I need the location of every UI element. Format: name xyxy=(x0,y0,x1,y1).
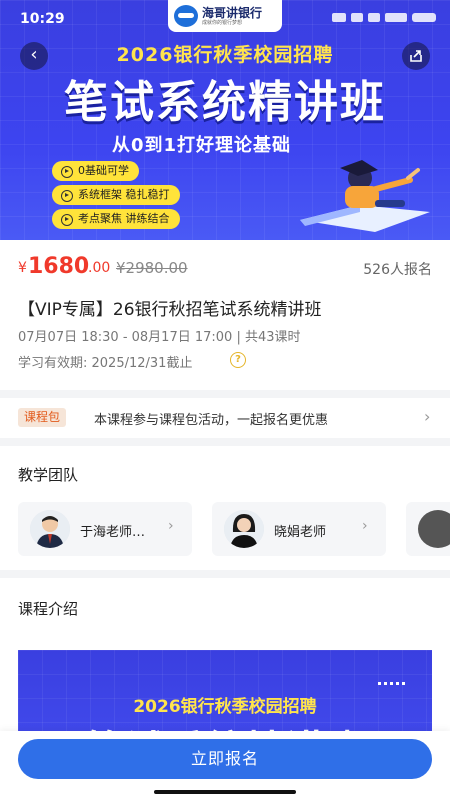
help-question-icon[interactable]: ? xyxy=(230,352,246,368)
banner-headline: 2026银行秋季校园招聘 xyxy=(116,44,334,66)
teacher-photo-icon xyxy=(30,510,70,548)
banner-main-title: 笔试系统精讲班 xyxy=(64,77,386,128)
banner-subtitle: 从0到1打好理论基础 xyxy=(112,135,292,156)
team-section-title: 教学团队 xyxy=(18,466,79,484)
course-price: 1680 xyxy=(28,254,90,279)
price-currency: ¥ xyxy=(18,260,27,276)
hd-icon xyxy=(368,13,380,22)
brand-name: 海哥讲银行 xyxy=(202,5,263,20)
teaching-team-section: 教学团队 于海老师… › 晓娟老师 › xyxy=(0,446,450,570)
enroll-now-button[interactable]: 立即报名 xyxy=(18,739,432,779)
enrolled-count: 526人报名 xyxy=(363,262,432,278)
course-price-decimal: .00 xyxy=(88,260,111,276)
course-validity: 学习有效期: 2025/12/31截止 xyxy=(18,356,193,371)
course-banner: 10:29 海哥讲银行 成就你的银行梦想 ‹ 2026银行秋季校园招聘 笔试系统… xyxy=(0,0,450,240)
chevron-right-icon: › xyxy=(362,518,368,534)
course-schedule: 07月07日 18:30 - 08月17日 17:00 | 共43课时 xyxy=(18,330,301,345)
bottom-action-bar: 立即报名 xyxy=(0,731,450,800)
teacher-name: 晓娟老师 xyxy=(274,525,327,540)
poster-decoration xyxy=(378,682,406,685)
status-icons xyxy=(332,13,436,22)
teacher-avatar xyxy=(224,510,264,548)
teacher-photo-icon xyxy=(224,510,264,548)
status-time: 10:29 xyxy=(20,11,65,27)
poster-headline: 2026银行秋季校园招聘 xyxy=(133,697,317,717)
brand-tagline: 成就你的银行梦想 xyxy=(202,19,243,26)
brand-logo-icon xyxy=(174,5,198,27)
course-package-row[interactable]: 课程包 本课程参与课程包活动，一起报名更优惠 › xyxy=(0,398,450,438)
teacher-avatar xyxy=(30,510,70,548)
feature-pill: 考点聚焦 讲练结合 xyxy=(52,209,180,229)
course-title: 【VIP专属】26银行秋招笔试系统精讲班 xyxy=(18,300,322,320)
package-badge: 课程包 xyxy=(18,408,67,427)
teacher-card[interactable]: 晓娟老师 › xyxy=(212,502,386,556)
network-speed-icon xyxy=(332,13,346,22)
chevron-right-icon: › xyxy=(424,407,431,426)
feature-pill: 系统框架 稳扎稳打 xyxy=(52,185,180,205)
chevron-right-icon: › xyxy=(168,518,174,534)
feature-pill: 0基础可学 xyxy=(52,161,139,181)
brand-logo: 海哥讲银行 成就你的银行梦想 xyxy=(168,0,282,32)
signal-icon xyxy=(351,13,363,22)
home-indicator[interactable] xyxy=(154,790,296,794)
intro-section-title: 课程介绍 xyxy=(18,600,79,618)
brand-texts: 海哥讲银行 成就你的银行梦想 xyxy=(202,6,262,27)
battery-icon xyxy=(412,13,436,22)
student-on-book-illustration xyxy=(300,160,430,232)
cellular-icon xyxy=(385,13,407,22)
course-info-section: ¥ 1680 .00 ¥2980.00 526人报名 【VIP专属】26银行秋招… xyxy=(0,240,450,390)
course-detail-page: 10:29 海哥讲银行 成就你的银行梦想 ‹ 2026银行秋季校园招聘 笔试系统… xyxy=(0,0,450,800)
teacher-avatar xyxy=(418,510,450,548)
original-price: ¥2980.00 xyxy=(116,259,188,277)
teacher-card-partial[interactable] xyxy=(406,502,450,556)
teacher-card[interactable]: 于海老师… › xyxy=(18,502,192,556)
package-text: 本课程参与课程包活动，一起报名更优惠 xyxy=(94,413,329,428)
teacher-name: 于海老师… xyxy=(80,525,146,540)
